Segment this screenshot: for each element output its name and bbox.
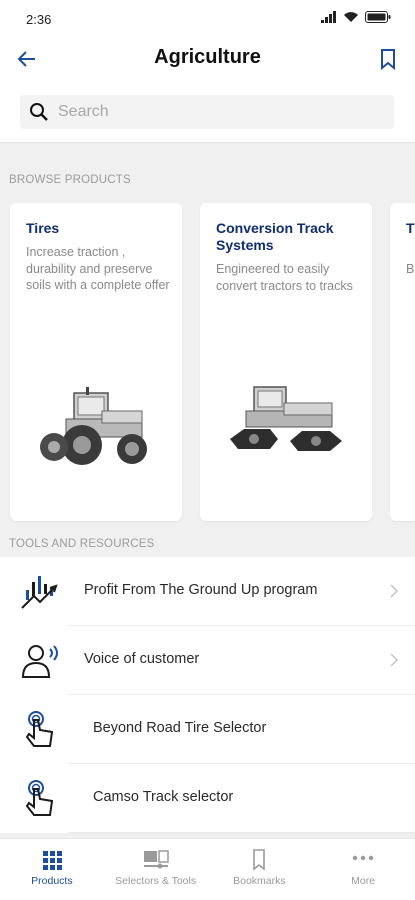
card-description: Increase traction , durability and prese… [26,245,170,292]
tool-label: Voice of customer [84,651,200,667]
card-title: Conversion Track Systems [216,220,334,253]
nav-label: Products [31,875,73,887]
tool-row-beyond-road[interactable]: Beyond Road Tire Selector [0,695,415,764]
person-speaking-icon [21,645,58,678]
nav-label: Bookmarks [233,875,286,887]
tools-list: Profit From The Ground Up program Voice … [0,557,415,833]
nav-selectors-tools[interactable]: Selectors & Tools [104,839,208,900]
tool-label: Beyond Road Tire Selector [93,720,267,736]
product-card-tires[interactable]: Tires Increase traction , durability and… [10,203,182,521]
bookmark-icon [381,49,395,71]
browse-products-heading: BROWSE PRODUCTS [9,174,131,186]
product-card-partial[interactable]: T S B re [390,203,415,521]
tractor-image [40,387,147,465]
tools-resources-heading: TOOLS AND RESOURCES [9,538,155,550]
touch-hand-icon [25,780,54,816]
page-title: Agriculture [154,46,261,68]
status-bar: 2:36 [0,0,415,38]
search-bar[interactable] [20,95,394,129]
tool-row-camso-track[interactable]: Camso Track selector [0,764,415,833]
wifi-icon [344,12,358,22]
card-description: Engineered to easily convert tractors to… [216,262,353,293]
product-card-conversion-tracks[interactable]: Conversion Track Systems Engineered to e… [200,203,372,521]
card-title: T S [406,220,415,236]
bookmark-button[interactable] [375,46,401,72]
nav-label: Selectors & Tools [115,875,197,887]
content-area: BROWSE PRODUCTS Tires Increase traction … [0,142,415,838]
nav-more[interactable]: More [311,839,415,900]
nav-products[interactable]: Products [0,839,104,900]
signal-icon [321,11,336,23]
tool-row-profit[interactable]: Profit From The Ground Up program [0,557,415,626]
growth-chart-icon [21,576,58,609]
card-title: Tires [26,220,60,236]
status-time: 2:36 [26,12,52,27]
bookmark-icon [253,849,266,871]
chevron-right-icon [390,584,399,598]
search-input[interactable] [58,95,378,129]
nav-bookmarks[interactable]: Bookmarks [208,839,312,900]
status-icons [321,11,391,23]
divider [68,832,415,833]
more-icon [352,855,374,861]
search-icon [30,103,48,121]
tool-row-voice[interactable]: Voice of customer [0,626,415,695]
grid-icon [42,851,62,870]
track-tractor-image [230,386,342,451]
tool-label: Profit From The Ground Up program [84,582,318,598]
battery-icon [365,11,391,23]
bottom-nav: Products Selectors & Tools Bookmarks Mor… [0,838,415,900]
tool-label: Camso Track selector [93,789,234,805]
tools-icon [143,850,169,869]
touch-hand-icon [25,711,54,747]
card-description: B re [406,262,415,276]
app-header: Agriculture [0,38,415,82]
nav-label: More [351,875,376,887]
chevron-right-icon [390,653,399,667]
